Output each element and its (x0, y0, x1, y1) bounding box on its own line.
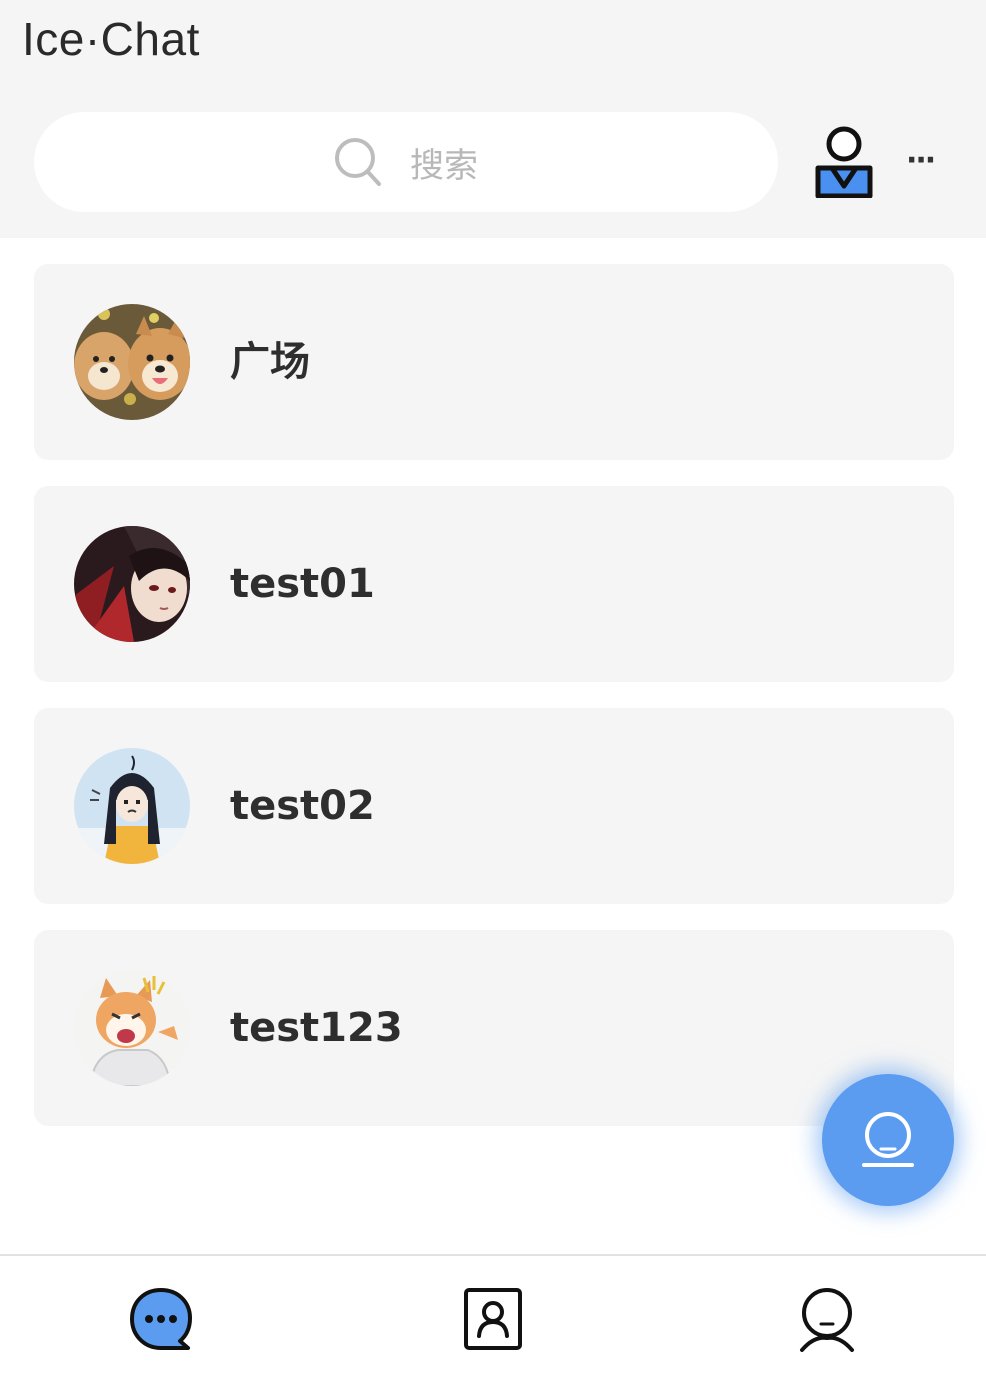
more-icon[interactable]: ··· (906, 146, 946, 176)
chat-row-plaza[interactable]: 广场 (34, 264, 954, 460)
app-title: Ice·Chat (22, 13, 200, 65)
chat-row-test02[interactable]: test02 (34, 708, 954, 904)
tab-profile[interactable] (794, 1286, 860, 1352)
search-bar[interactable]: 搜索 (34, 112, 778, 212)
girl-yellow-shirt-avatar (74, 748, 190, 864)
chat-name: test123 (230, 1005, 403, 1051)
search-placeholder: 搜索 (410, 145, 478, 186)
cat-cartoon-avatar (74, 970, 190, 1086)
chat-row-test01[interactable]: test01 (34, 486, 954, 682)
user-profile-icon (800, 1288, 854, 1352)
chat-list: 广场 test01 test02 test123 (34, 264, 954, 1152)
chat-bubble-icon (130, 1288, 192, 1350)
chat-name: 广场 (230, 339, 310, 385)
robot-face-icon (862, 1112, 914, 1167)
tab-contacts[interactable] (460, 1286, 526, 1352)
bottom-tab-bar (0, 1254, 986, 1384)
bot-chat-button[interactable] (822, 1074, 954, 1206)
chat-name: test02 (230, 783, 375, 829)
chat-row-test123[interactable]: test123 (34, 930, 954, 1126)
search-icon (335, 138, 381, 186)
shiba-dogs-avatar (74, 304, 190, 420)
dark-hair-anime-avatar (74, 526, 190, 642)
contacts-person-icon[interactable] (814, 126, 874, 198)
app-header: Ice·Chat 搜索 ··· (0, 0, 986, 238)
contact-card-icon (464, 1288, 522, 1350)
chat-name: test01 (230, 561, 375, 607)
tab-chats[interactable] (128, 1286, 194, 1352)
